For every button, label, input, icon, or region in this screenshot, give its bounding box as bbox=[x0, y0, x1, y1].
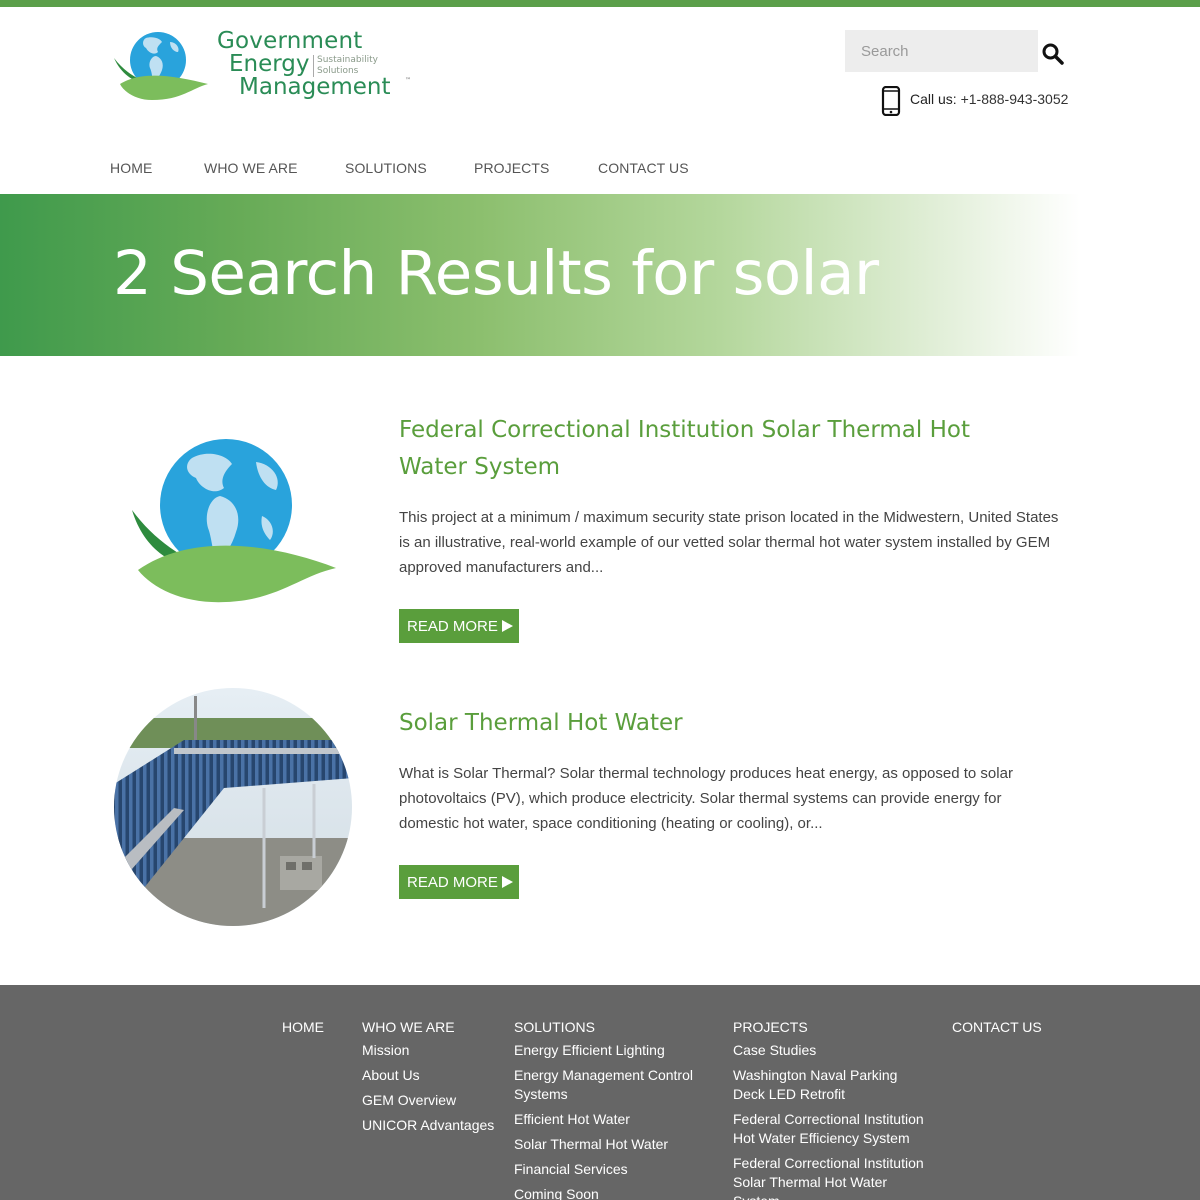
footer-link[interactable]: GEM Overview bbox=[362, 1091, 502, 1110]
footer-col-who-we-are: WHO WE ARE Mission About Us GEM Overview… bbox=[362, 1019, 502, 1141]
logo-tagline-1: Sustainability bbox=[317, 55, 378, 65]
site-footer: HOME WHO WE ARE Mission About Us GEM Ove… bbox=[0, 985, 1200, 1200]
footer-heading-projects[interactable]: PROJECTS bbox=[733, 1019, 933, 1035]
footer-col-contact-us: CONTACT US bbox=[952, 1019, 1052, 1041]
gem-globe-logo-image bbox=[114, 420, 352, 658]
solar-panel-photo bbox=[114, 688, 352, 926]
result-title[interactable]: Solar Thermal Hot Water bbox=[399, 705, 1039, 742]
call-us: Call us: +1-888-943-3052 bbox=[910, 91, 1068, 107]
footer-link[interactable]: UNICOR Advantages bbox=[362, 1116, 502, 1135]
footer-link[interactable]: Federal Correctional Institution Solar T… bbox=[733, 1154, 933, 1200]
read-more-label: READ MORE bbox=[407, 617, 498, 635]
nav-contact-us[interactable]: CONTACT US bbox=[598, 160, 689, 176]
globe-logo-icon bbox=[114, 32, 208, 100]
play-arrow-icon bbox=[501, 875, 513, 888]
nav-projects[interactable]: PROJECTS bbox=[474, 160, 549, 176]
page-hero-banner: 2 Search Results for solar bbox=[0, 194, 1200, 356]
phone-number[interactable]: +1-888-943-3052 bbox=[961, 91, 1069, 107]
footer-link[interactable]: Coming Soon bbox=[514, 1185, 704, 1200]
footer-heading-contact-us[interactable]: CONTACT US bbox=[952, 1019, 1052, 1035]
footer-heading-who-we-are[interactable]: WHO WE ARE bbox=[362, 1019, 502, 1035]
footer-link[interactable]: Case Studies bbox=[733, 1041, 933, 1060]
logo-trademark: ™ bbox=[405, 77, 411, 84]
result-excerpt: This project at a minimum / maximum secu… bbox=[399, 509, 1059, 576]
page-title: 2 Search Results for solar bbox=[113, 238, 879, 309]
footer-link[interactable]: Washington Naval Parking Deck LED Retrof… bbox=[733, 1066, 933, 1104]
footer-heading-home[interactable]: HOME bbox=[282, 1019, 352, 1035]
logo-line-3: Management bbox=[239, 74, 391, 100]
call-label: Call us: bbox=[910, 91, 957, 107]
search-input[interactable] bbox=[845, 30, 1038, 72]
footer-link[interactable]: Energy Management Control Systems bbox=[514, 1066, 694, 1104]
play-arrow-icon bbox=[501, 619, 513, 632]
footer-link[interactable]: Financial Services bbox=[514, 1160, 704, 1179]
footer-link[interactable]: Efficient Hot Water bbox=[514, 1110, 704, 1129]
result-thumbnail[interactable] bbox=[114, 688, 352, 926]
result-excerpt: What is Solar Thermal? Solar thermal tec… bbox=[399, 765, 1013, 832]
phone-icon bbox=[881, 86, 901, 116]
read-more-label: READ MORE bbox=[407, 873, 498, 891]
footer-col-solutions: SOLUTIONS Energy Efficient Lighting Ener… bbox=[514, 1019, 704, 1200]
footer-link[interactable]: About Us bbox=[362, 1066, 502, 1085]
footer-link[interactable]: Federal Correctional Institution Hot Wat… bbox=[733, 1110, 933, 1148]
result-title[interactable]: Federal Correctional Institution Solar T… bbox=[399, 412, 1039, 486]
footer-link[interactable]: Mission bbox=[362, 1041, 502, 1060]
nav-solutions[interactable]: SOLUTIONS bbox=[345, 160, 427, 176]
footer-link[interactable]: Energy Efficient Lighting bbox=[514, 1041, 704, 1060]
site-logo[interactable]: Government Energy Sustainability Solution… bbox=[112, 28, 422, 106]
nav-who-we-are[interactable]: WHO WE ARE bbox=[204, 160, 298, 176]
footer-col-home: HOME bbox=[282, 1019, 352, 1041]
search-icon[interactable] bbox=[1041, 42, 1065, 66]
top-accent-bar bbox=[0, 0, 1200, 7]
nav-home[interactable]: HOME bbox=[110, 160, 152, 176]
result-thumbnail[interactable] bbox=[114, 420, 352, 658]
footer-col-projects: PROJECTS Case Studies Washington Naval P… bbox=[733, 1019, 933, 1200]
footer-link[interactable]: Solar Thermal Hot Water bbox=[514, 1135, 704, 1154]
footer-heading-solutions[interactable]: SOLUTIONS bbox=[514, 1019, 704, 1035]
read-more-button[interactable]: READ MORE bbox=[399, 865, 519, 899]
read-more-button[interactable]: READ MORE bbox=[399, 609, 519, 643]
